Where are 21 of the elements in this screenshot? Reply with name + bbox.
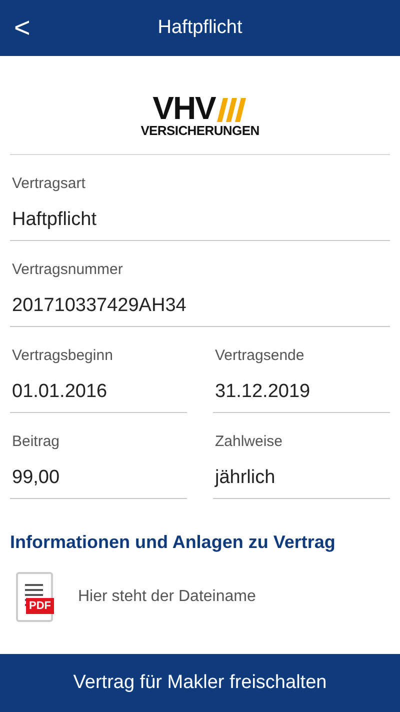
attachment-name[interactable]: Hier steht der Dateiname	[78, 585, 256, 609]
field-label: Vertragsnummer	[11, 260, 124, 280]
field-value: 201710337429AH34	[10, 292, 390, 327]
header-title: Haftpflicht	[158, 16, 242, 40]
section-title: Informationen und Anlagen zu Vertrag	[10, 531, 336, 554]
field-value: 99,00	[10, 464, 187, 499]
unlock-contract-button[interactable]: Vertrag für Makler freischalten	[0, 654, 400, 712]
field-label: Beitrag	[11, 432, 61, 452]
field-label: Vertragsbeginn	[11, 346, 114, 366]
logo-stripes-icon	[217, 98, 248, 122]
field-value: 31.12.2019	[213, 378, 390, 413]
field-value: 01.01.2016	[10, 378, 187, 413]
field-label: Vertragsende	[214, 346, 306, 366]
field-value: jährlich	[213, 464, 390, 499]
field-label: Zahlweise	[214, 432, 284, 452]
logo-wordmark: VHV	[152, 94, 216, 122]
field-label: Vertragsart	[11, 174, 86, 194]
back-button[interactable]: <	[10, 14, 34, 42]
logo-subtitle: VERSICHERUNGEN	[140, 124, 260, 138]
pdf-badge: PDF	[26, 598, 54, 614]
field-value: Haftpflicht	[10, 206, 390, 241]
